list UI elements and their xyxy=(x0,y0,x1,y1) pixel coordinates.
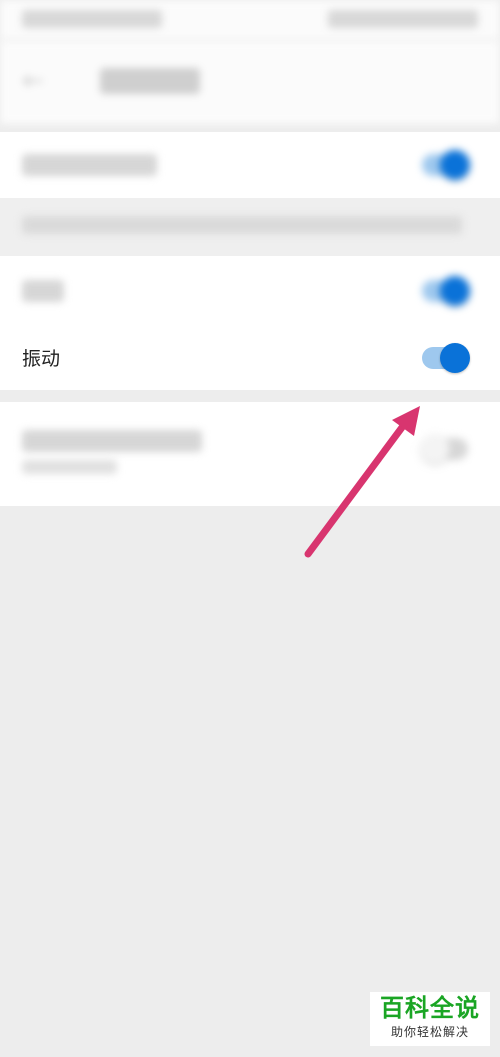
annotation-arrow xyxy=(304,406,420,558)
watermark-logo: 百科全说 助你轻松解决 xyxy=(370,992,490,1046)
watermark-title: 百科全说 xyxy=(380,994,480,1022)
arrow-shaft xyxy=(304,418,410,558)
watermark-subtitle: 助你轻松解决 xyxy=(390,1025,469,1039)
